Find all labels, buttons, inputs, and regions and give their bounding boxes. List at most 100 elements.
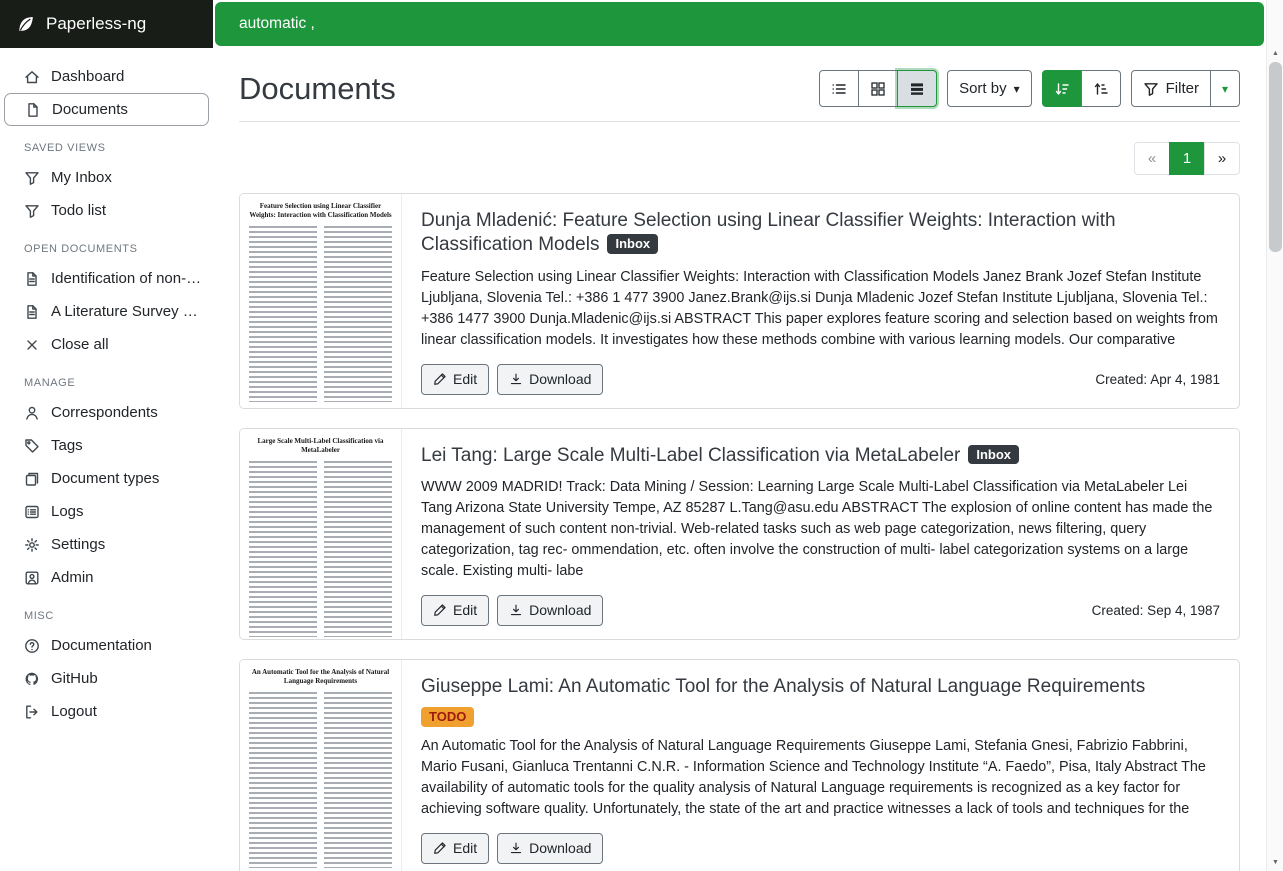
edit-button[interactable]: Edit	[421, 595, 489, 626]
document-card: An Automatic Tool for the Analysis of Na…	[239, 659, 1240, 871]
pencil-icon	[433, 603, 447, 617]
sidebar-item-label: My Inbox	[51, 169, 112, 186]
sidebar-item-admin[interactable]: Admin	[0, 561, 213, 594]
document-title-link[interactable]: Dunja Mladenić: Feature Selection using …	[421, 210, 1116, 255]
sidebar-item-dashboard[interactable]: Dashboard	[0, 60, 213, 93]
scrollbar-down-arrow[interactable]: ▼	[1267, 855, 1283, 869]
tag-badge-inbox[interactable]: Inbox	[607, 234, 658, 254]
grid-view-icon	[870, 81, 886, 97]
sidebar-section-open-documents: OPEN DOCUMENTS	[0, 243, 213, 255]
sidebar-item-correspondents[interactable]: Correspondents	[0, 396, 213, 429]
sidebar-item-logout[interactable]: Logout	[0, 695, 213, 728]
pagination-next-button[interactable]: »	[1204, 142, 1240, 175]
document-card-body: Giuseppe Lami: An Automatic Tool for the…	[402, 660, 1239, 871]
search-input[interactable]	[237, 14, 1242, 34]
app-title: Paperless-ng	[46, 14, 146, 34]
sidebar-item-close-all[interactable]: Close all	[0, 328, 213, 361]
download-icon	[509, 841, 523, 855]
logs-icon	[24, 504, 40, 520]
top-navbar	[213, 0, 1266, 48]
logout-icon	[24, 704, 40, 720]
details-view-icon	[909, 81, 925, 97]
card-footer: Edit Download Created: Apr 4, 1981	[421, 364, 1220, 395]
sidebar-item-document-types[interactable]: Document types	[0, 462, 213, 495]
sidebar-item-label: Todo list	[51, 202, 106, 219]
document-thumbnail[interactable]: An Automatic Tool for the Analysis of Na…	[240, 660, 402, 871]
document-title: Lei Tang: Large Scale Multi-Label Classi…	[421, 444, 1220, 468]
list-view-button[interactable]	[819, 70, 859, 107]
sidebar-item-label: Settings	[51, 536, 105, 553]
app-logo[interactable]: Paperless-ng	[0, 0, 213, 48]
filter-dropdown-button[interactable]: ▾	[1210, 70, 1240, 107]
document-title-link[interactable]: Lei Tang: Large Scale Multi-Label Classi…	[421, 445, 960, 466]
sidebar-item-label: Tags	[51, 437, 83, 454]
thumbnail-title: An Automatic Tool for the Analysis of Na…	[249, 668, 392, 686]
sidebar-item-tags[interactable]: Tags	[0, 429, 213, 462]
document-thumbnail[interactable]: Large Scale Multi-Label Classification v…	[240, 429, 402, 639]
thumbnail-text-lines	[249, 226, 392, 402]
list-view-icon	[831, 81, 847, 97]
card-actions: Edit Download	[421, 595, 603, 626]
sidebar-item-documentation[interactable]: Documentation	[0, 629, 213, 662]
scrollbar-up-arrow[interactable]: ▲	[1267, 46, 1283, 60]
page-title: Documents	[239, 71, 396, 107]
close-icon	[24, 337, 40, 353]
sidebar-item-label: GitHub	[51, 670, 98, 687]
admin-icon	[24, 570, 40, 586]
sidebar-item-my-inbox[interactable]: My Inbox	[0, 161, 213, 194]
thumbnail-title: Large Scale Multi-Label Classification v…	[249, 437, 392, 455]
funnel-icon	[24, 170, 40, 186]
sidebar-item-label: Logout	[51, 703, 97, 720]
vertical-scrollbar: ▲ ▼	[1266, 0, 1283, 871]
sidebar-item-label: Close all	[51, 336, 109, 353]
details-view-button[interactable]	[897, 70, 937, 107]
filter-button[interactable]: Filter	[1131, 70, 1211, 107]
pagination-prev-button[interactable]: «	[1134, 142, 1170, 175]
tag-badge-inbox[interactable]: Inbox	[968, 445, 1019, 465]
sort-by-label: Sort by	[959, 80, 1007, 97]
sidebar-item-open-document-1[interactable]: Identification of non-fu...	[0, 262, 213, 295]
sort-by-button[interactable]: Sort by ▾	[947, 70, 1032, 107]
sidebar-item-github[interactable]: GitHub	[0, 662, 213, 695]
sort-ascending-button[interactable]	[1081, 70, 1121, 107]
download-button[interactable]: Download	[497, 364, 603, 395]
download-icon	[509, 603, 523, 617]
document-card-body: Lei Tang: Large Scale Multi-Label Classi…	[402, 429, 1239, 639]
download-button[interactable]: Download	[497, 833, 603, 864]
sidebar-item-open-document-2[interactable]: A Literature Survey on ...	[0, 295, 213, 328]
document-excerpt: Feature Selection using Linear Classifie…	[421, 267, 1220, 351]
grid-view-button[interactable]	[858, 70, 898, 107]
file-text-icon	[24, 304, 40, 320]
pagination-page-1-button[interactable]: 1	[1169, 142, 1205, 175]
caret-down-icon: ▾	[1222, 83, 1228, 95]
sort-descending-button[interactable]	[1042, 70, 1082, 107]
sidebar-item-todo-list[interactable]: Todo list	[0, 194, 213, 227]
download-button[interactable]: Download	[497, 595, 603, 626]
sidebar-item-label: Admin	[51, 569, 94, 586]
document-title-link[interactable]: Giuseppe Lami: An Automatic Tool for the…	[421, 676, 1145, 697]
edit-button[interactable]: Edit	[421, 833, 489, 864]
sidebar-item-label: Identification of non-fu...	[51, 270, 203, 287]
sidebar-nav: Dashboard Documents SAVED VIEWS My Inbox…	[0, 48, 213, 728]
dashboard-icon	[24, 69, 40, 85]
sidebar-item-label: Documentation	[51, 637, 152, 654]
edit-button[interactable]: Edit	[421, 364, 489, 395]
page-header: Documents Sort by ▾	[239, 70, 1240, 107]
download-icon	[509, 372, 523, 386]
tag-icon	[24, 438, 40, 454]
sidebar-item-settings[interactable]: Settings	[0, 528, 213, 561]
edit-label: Edit	[453, 371, 477, 387]
header-divider	[239, 121, 1240, 122]
document-title: Giuseppe Lami: An Automatic Tool for the…	[421, 675, 1220, 727]
sidebar-item-logs[interactable]: Logs	[0, 495, 213, 528]
download-label: Download	[529, 371, 591, 387]
sidebar-item-label: Correspondents	[51, 404, 158, 421]
sidebar-item-label: Document types	[51, 470, 159, 487]
edit-label: Edit	[453, 602, 477, 618]
sidebar-section-saved-views: SAVED VIEWS	[0, 142, 213, 154]
scrollbar-thumb[interactable]	[1269, 62, 1282, 252]
sidebar-section-manage: MANAGE	[0, 377, 213, 389]
tag-badge-todo[interactable]: TODO	[421, 707, 474, 727]
document-thumbnail[interactable]: Feature Selection using Linear Classifie…	[240, 194, 402, 408]
sidebar-item-documents[interactable]: Documents	[4, 93, 209, 126]
